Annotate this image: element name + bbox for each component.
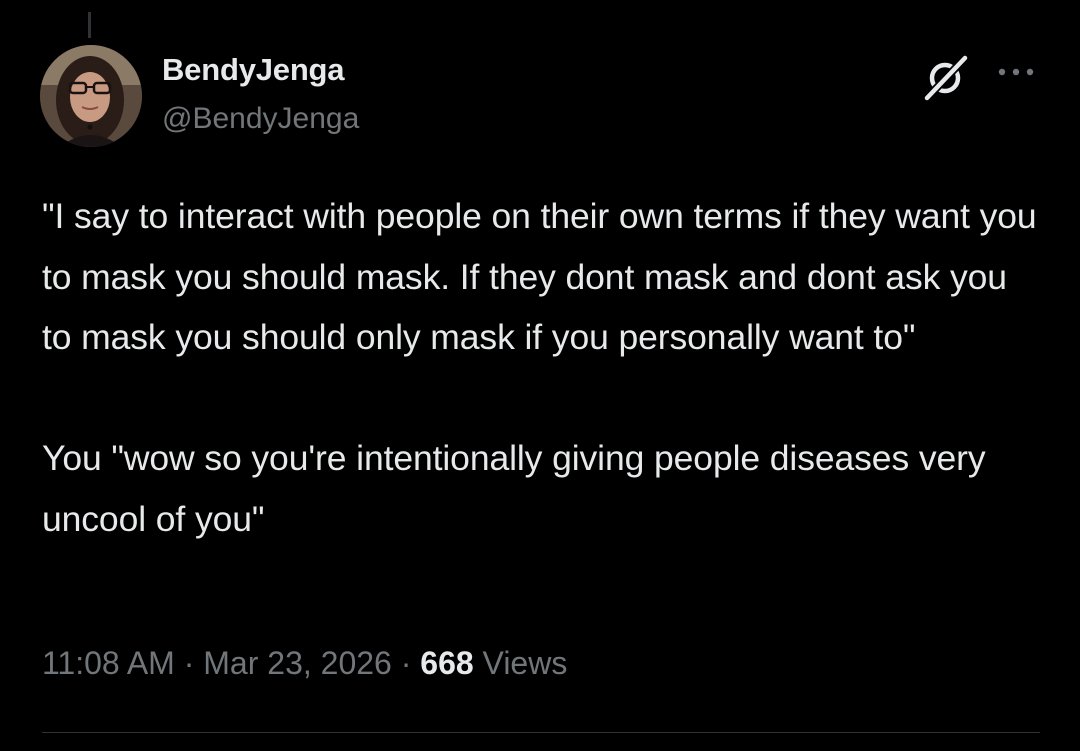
divider <box>42 732 1040 733</box>
grok-icon[interactable] <box>921 52 971 102</box>
views-count[interactable]: 668 <box>420 645 473 681</box>
meta-separator: · <box>183 645 195 681</box>
more-horizontal-icon[interactable] <box>996 60 1036 84</box>
avatar-image <box>40 45 142 147</box>
tweet-metadata: 11:08 AM · Mar 23, 2026 · 668 Views <box>42 645 567 682</box>
views-label[interactable]: Views <box>483 645 568 681</box>
tweet-date[interactable]: Mar 23, 2026 <box>203 645 392 681</box>
author-display-name[interactable]: BendyJenga <box>162 52 345 88</box>
thread-connector-line <box>88 12 91 38</box>
avatar[interactable] <box>40 45 142 147</box>
tweet-text: "I say to interact with people on their … <box>42 196 1037 539</box>
tweet-time[interactable]: 11:08 AM <box>42 645 175 681</box>
meta-separator: · <box>400 645 412 681</box>
author-handle[interactable]: @BendyJenga <box>162 102 359 136</box>
